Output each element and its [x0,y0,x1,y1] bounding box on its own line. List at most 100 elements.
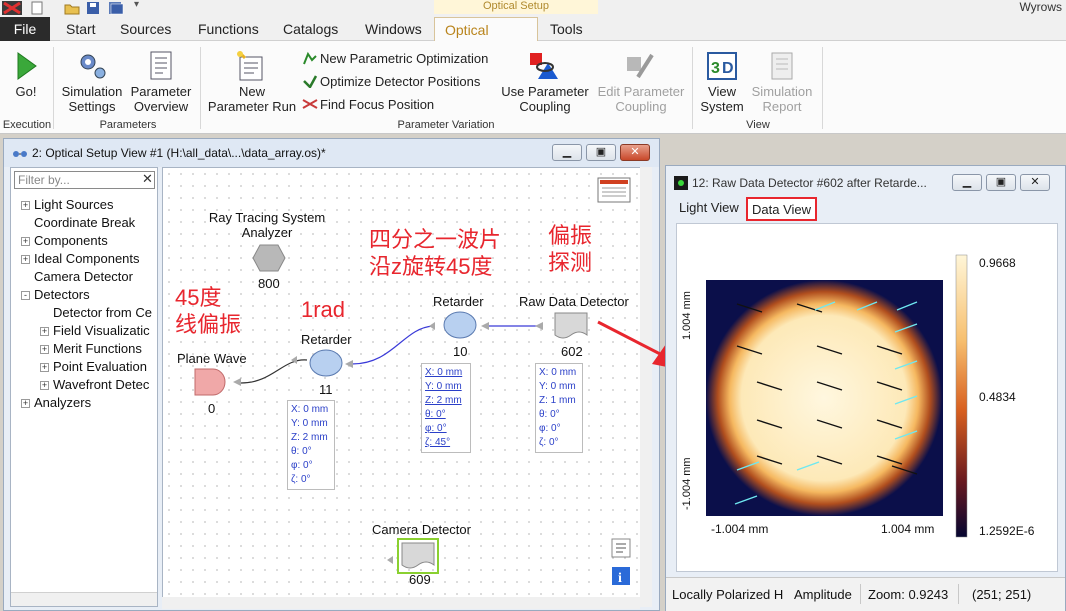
tree-item-components[interactable]: + Components [21,233,108,248]
tab-light-view[interactable]: Light View [675,197,743,221]
colorbar-min-label: 1.2592E-6 [979,524,1035,538]
tree-item-light-sources[interactable]: + Light Sources [21,197,114,212]
minimize-button[interactable]: ▁ [552,144,582,161]
tab-data-view[interactable]: Data View [746,197,818,221]
open-folder-icon[interactable] [64,1,80,15]
tree-item-detectors[interactable]: - Detectors [21,287,90,302]
expand-icon[interactable]: + [21,237,30,246]
coord-phi: φ: 0° [291,460,313,471]
properties-icon[interactable] [611,538,631,558]
canvas-horizontal-scrollbar[interactable] [162,597,640,609]
coord-zeta: ζ: 0° [291,474,311,485]
new-parametric-optimization-button[interactable]: New Parametric Optimization [302,51,488,67]
expand-icon[interactable]: + [40,381,49,390]
tree-item-merit-functions[interactable]: + Merit Functions [40,341,142,356]
simulation-report-label-2: Report [762,99,802,114]
detector-window-titlebar[interactable]: 12: Raw Data Detector #602 after Retarde… [666,166,1065,194]
expand-icon[interactable]: + [21,201,30,210]
coupling-icon [530,53,558,79]
tab-catalogs[interactable]: Catalogs [273,17,348,41]
tree-item-wavefront-detectors[interactable]: + Wavefront Detec [40,377,149,392]
annotation-line: 沿z旋转45度 [369,254,493,279]
maximize-button[interactable]: ▣ [586,144,616,161]
save-icon[interactable] [86,1,100,15]
tree-horizontal-scrollbar[interactable] [11,592,157,606]
camera-detector-node[interactable] [397,538,439,574]
tree-item-camera-detector[interactable]: Camera Detector [21,269,133,284]
app-title: Wyrows [1019,0,1062,14]
collapse-icon[interactable]: - [21,291,30,300]
go-button[interactable]: Go! [4,51,48,99]
raw-detector-coordinates[interactable]: X: 0 mm Y: 0 mm Z: 1 mm θ: 0° φ: 0° ζ: 0… [535,363,583,453]
tree-item-ideal-components[interactable]: + Ideal Components [21,251,140,266]
expand-icon[interactable]: + [21,255,30,264]
retarder-2-coordinates[interactable]: X: 0 mm Y: 0 mm Z: 2 mm θ: 0° φ: 0° ζ: 4… [421,363,471,453]
group-execution: Execution [2,119,52,131]
use-parameter-coupling-button[interactable]: Use Parameter Coupling [496,51,594,114]
new-run-icon [237,51,263,81]
coord-x: X: 0 mm [291,404,329,415]
coord-theta: θ: 0° [539,409,560,420]
new-parameter-run-button[interactable]: New Parameter Run [204,51,300,114]
optical-setup-canvas[interactable]: Ray Tracing System Analyzer 800 Plane Wa… [162,167,652,607]
simulation-report-button[interactable]: Simulation Report [748,51,816,114]
tree-item-field-visualization[interactable]: + Field Visualizatic [40,323,150,338]
edit-parameter-coupling-button[interactable]: Edit Parameter Coupling [594,51,688,114]
new-file-icon[interactable] [30,1,44,15]
close-button[interactable]: ✕ [1020,174,1050,191]
retarder-1-coordinates[interactable]: X: 0 mm Y: 0 mm Z: 2 mm θ: 0° φ: 0° ζ: 0… [287,400,335,490]
tab-file[interactable]: File [0,17,50,41]
analyzer-node[interactable] [252,244,286,272]
expand-icon[interactable]: + [40,327,49,336]
clear-filter-icon[interactable]: ✕ [142,171,153,187]
maximize-button[interactable]: ▣ [986,174,1016,191]
tab-functions[interactable]: Functions [188,17,269,41]
coord-y: Y: 0 mm [291,418,328,429]
document-icon [150,51,172,80]
tree-item-point-evaluation[interactable]: + Point Evaluation [40,359,147,374]
tree-label: Ideal Components [34,251,140,266]
tab-start[interactable]: Start [56,17,106,41]
info-icon[interactable]: i [611,566,631,586]
tree-item-detector-from-ce[interactable]: Detector from Ce [40,305,152,320]
simulation-settings-button[interactable]: Simulation Settings [58,51,126,114]
expand-icon[interactable]: + [21,399,30,408]
tab-optical-setup[interactable]: Optical Setup [434,17,538,62]
expand-icon[interactable]: + [40,345,49,354]
data-view-plot[interactable]: 1.004 mm -1.004 mm -1.004 mm 1.004 mm 0.… [676,223,1058,572]
save-all-icon[interactable] [108,1,124,15]
retarder-2-node[interactable] [442,310,478,340]
view-system-button[interactable]: 3D View System [698,51,746,114]
tree-label: Detectors [34,287,90,302]
filter-input[interactable]: Filter by... [14,171,155,189]
group-view: View [746,119,770,131]
tab-windows[interactable]: Windows [355,17,432,41]
parameter-overview-label-2: Overview [133,99,189,114]
retarder-1-node[interactable] [308,348,344,378]
canvas-view-toggle-icon[interactable] [597,177,631,203]
tree-label: Coordinate Break [34,215,136,230]
quick-access-dropdown-icon[interactable]: ▾ [134,0,139,10]
edit-parameter-coupling-label-1: Edit Parameter [597,84,685,99]
tree-item-coordinate-break[interactable]: Coordinate Break [21,215,135,230]
optimize-detector-positions-button[interactable]: Optimize Detector Positions [302,74,480,90]
canvas-vertical-scrollbar[interactable] [640,167,652,607]
detector-result-window: 12: Raw Data Detector #602 after Retarde… [665,165,1066,611]
tree-item-analyzers[interactable]: + Analyzers [21,395,91,410]
minimize-button[interactable]: ▁ [952,174,982,191]
tab-tools[interactable]: Tools [540,17,593,41]
coord-z: Z: 1 mm [539,395,576,406]
tree-label: Analyzers [34,395,92,410]
parameter-overview-button[interactable]: Parameter Overview [127,51,195,114]
find-focus-position-button[interactable]: Find Focus Position [302,97,434,113]
x-axis-right-label: 1.004 mm [881,522,935,536]
status-quantity[interactable]: Amplitude [794,587,852,602]
status-polarization-mode[interactable]: Locally Polarized H [672,587,783,602]
optical-setup-window-titlebar[interactable]: 2: Optical Setup View #1 (H:\all_data\..… [4,139,659,167]
raw-detector-node[interactable] [553,311,589,341]
plane-wave-node[interactable] [193,367,231,397]
coord-z: Z: 2 mm [291,432,328,443]
tab-sources[interactable]: Sources [110,17,181,41]
expand-icon[interactable]: + [40,363,49,372]
close-button[interactable]: ✕ [620,144,650,161]
